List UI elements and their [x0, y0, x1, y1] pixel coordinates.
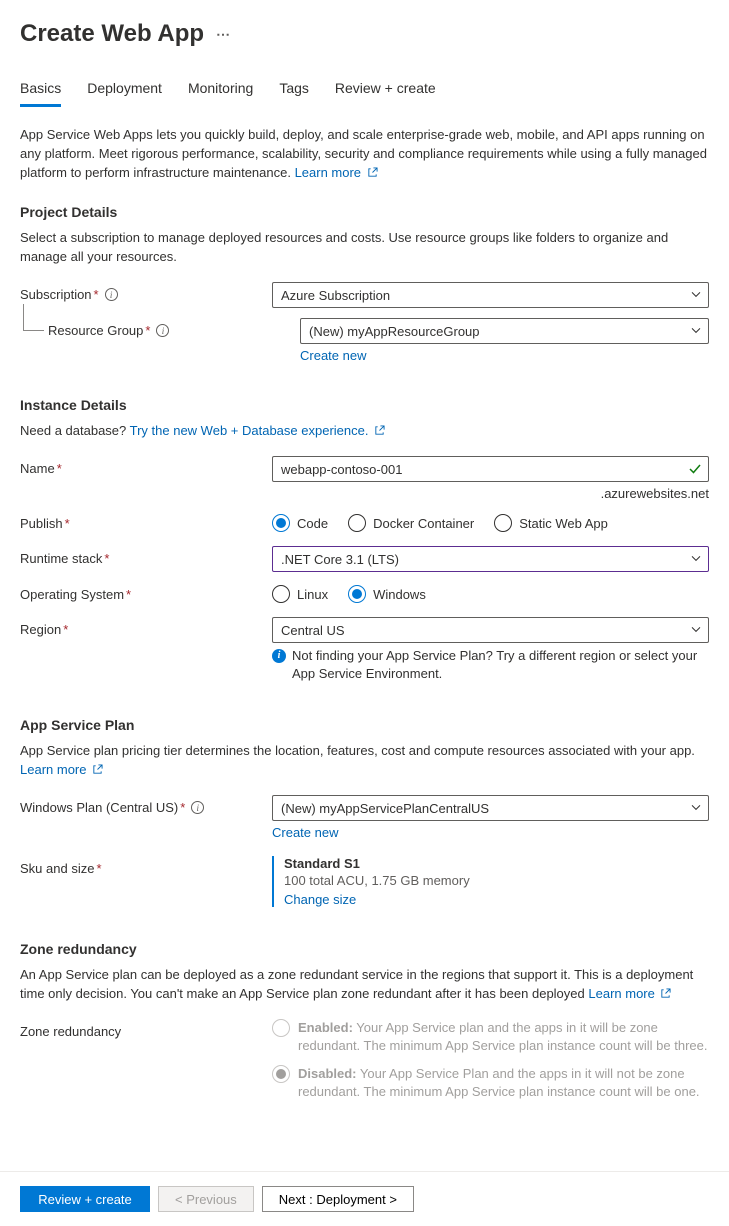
chevron-down-icon: [690, 801, 702, 813]
project-details-heading: Project Details: [20, 204, 709, 220]
subscription-label: Subscription* i: [20, 282, 272, 302]
publish-label: Publish*: [20, 511, 272, 531]
region-hint: i Not finding your App Service Plan? Try…: [272, 647, 709, 683]
chevron-down-icon: [690, 552, 702, 564]
more-actions-icon[interactable]: ⋯: [216, 26, 231, 43]
resource-group-select[interactable]: (New) myAppResourceGroup: [300, 318, 709, 344]
check-icon: [688, 462, 702, 476]
create-new-plan-link[interactable]: Create new: [272, 825, 338, 840]
chevron-down-icon: [690, 324, 702, 336]
instance-db-prompt: Need a database? Try the new Web + Datab…: [20, 421, 709, 440]
chevron-down-icon: [690, 623, 702, 635]
zone-redundancy-desc: An App Service plan can be deployed as a…: [20, 965, 709, 1003]
resource-group-label: Resource Group* i: [48, 318, 300, 338]
web-database-link[interactable]: Try the new Web + Database experience.: [130, 423, 385, 438]
runtime-label: Runtime stack*: [20, 546, 272, 566]
tabs: Basics Deployment Monitoring Tags Review…: [20, 76, 709, 107]
os-linux-radio[interactable]: Linux: [272, 585, 328, 603]
zone-disabled-text: Disabled: Your App Service Plan and the …: [298, 1065, 709, 1101]
info-icon[interactable]: i: [156, 324, 169, 337]
tab-tags[interactable]: Tags: [279, 76, 309, 107]
sku-block: Standard S1 100 total ACU, 1.75 GB memor…: [272, 856, 709, 907]
app-service-plan-heading: App Service Plan: [20, 717, 709, 733]
region-label: Region*: [20, 617, 272, 637]
page-title-text: Create Web App: [20, 20, 204, 48]
sku-label: Sku and size*: [20, 856, 272, 876]
project-details-desc: Select a subscription to manage deployed…: [20, 228, 709, 266]
zone-enabled-text: Enabled: Your App Service plan and the a…: [298, 1019, 709, 1055]
os-label: Operating System*: [20, 582, 272, 602]
zone-redundancy-label: Zone redundancy: [20, 1019, 272, 1039]
chevron-down-icon: [690, 288, 702, 300]
external-link-icon: [367, 167, 378, 178]
os-windows-radio[interactable]: Windows: [348, 585, 426, 603]
change-size-link[interactable]: Change size: [284, 892, 356, 907]
name-label: Name*: [20, 456, 272, 476]
external-link-icon: [374, 425, 385, 436]
instance-details-heading: Instance Details: [20, 397, 709, 413]
name-input[interactable]: webapp-contoso-001: [272, 456, 709, 482]
tab-deployment[interactable]: Deployment: [87, 76, 162, 107]
tab-basics[interactable]: Basics: [20, 76, 61, 107]
publish-static-radio[interactable]: Static Web App: [494, 514, 608, 532]
zone-learn-more-link[interactable]: Learn more: [588, 986, 671, 1001]
publish-docker-radio[interactable]: Docker Container: [348, 514, 474, 532]
asp-learn-more-link[interactable]: Learn more: [20, 762, 103, 777]
windows-plan-label: Windows Plan (Central US)* i: [20, 795, 272, 815]
app-service-plan-desc: App Service plan pricing tier determines…: [20, 741, 709, 779]
tab-monitoring[interactable]: Monitoring: [188, 76, 253, 107]
zone-enabled-radio: [272, 1019, 290, 1037]
subscription-select[interactable]: Azure Subscription: [272, 282, 709, 308]
page-title: Create Web App ⋯: [20, 20, 709, 48]
name-suffix: .azurewebsites.net: [272, 486, 709, 501]
zone-redundancy-heading: Zone redundancy: [20, 941, 709, 957]
intro-text: App Service Web Apps lets you quickly bu…: [20, 125, 709, 182]
info-icon[interactable]: i: [191, 801, 204, 814]
previous-button: < Previous: [158, 1186, 254, 1212]
tab-review-create[interactable]: Review + create: [335, 76, 436, 107]
region-select[interactable]: Central US: [272, 617, 709, 643]
info-icon[interactable]: i: [105, 288, 118, 301]
external-link-icon: [660, 988, 671, 999]
sku-spec: 100 total ACU, 1.75 GB memory: [284, 873, 709, 888]
create-new-rg-link[interactable]: Create new: [300, 348, 366, 363]
footer: Review + create < Previous Next : Deploy…: [0, 1171, 729, 1226]
zone-disabled-radio: [272, 1065, 290, 1083]
runtime-select[interactable]: .NET Core 3.1 (LTS): [272, 546, 709, 572]
external-link-icon: [92, 764, 103, 775]
publish-code-radio[interactable]: Code: [272, 514, 328, 532]
intro-learn-more-link[interactable]: Learn more: [295, 165, 378, 180]
next-button[interactable]: Next : Deployment >: [262, 1186, 414, 1212]
sku-tier: Standard S1: [284, 856, 709, 871]
info-filled-icon: i: [272, 649, 286, 663]
windows-plan-select[interactable]: (New) myAppServicePlanCentralUS: [272, 795, 709, 821]
review-create-button[interactable]: Review + create: [20, 1186, 150, 1212]
